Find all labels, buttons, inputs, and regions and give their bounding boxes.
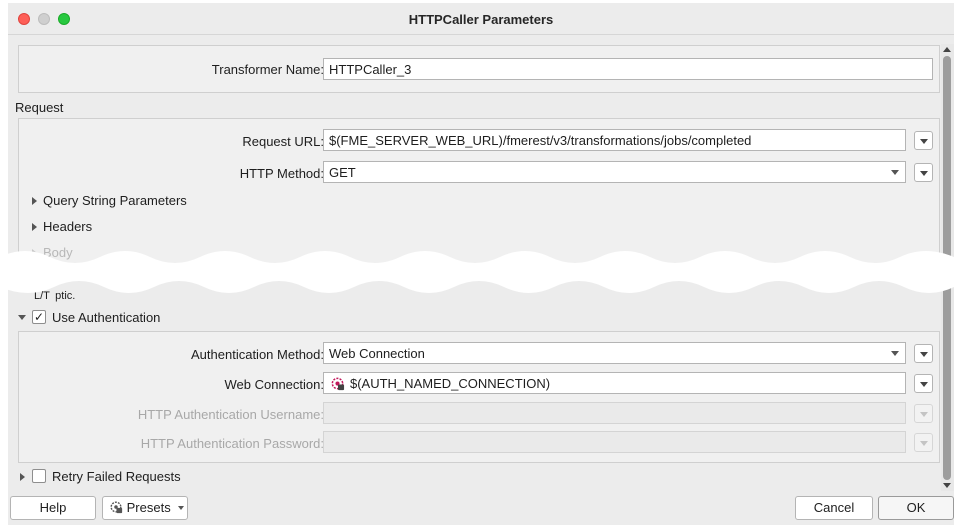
- authentication-method-menu-button[interactable]: [914, 344, 933, 363]
- expand-retry-icon[interactable]: [20, 473, 25, 481]
- help-button[interactable]: Help: [10, 496, 96, 520]
- chevron-down-icon: [891, 170, 899, 175]
- screenshot-cut-wave: [0, 251, 954, 293]
- presets-button[interactable]: Presets: [102, 496, 188, 520]
- headers-group[interactable]: Headers: [43, 219, 92, 234]
- use-authentication-checkbox[interactable]: ✓: [32, 310, 46, 324]
- http-method-menu-button[interactable]: [914, 163, 933, 182]
- chevron-down-icon: [178, 506, 185, 510]
- window-title: HTTPCaller Parameters: [408, 12, 554, 27]
- request-url-menu-button[interactable]: [914, 131, 933, 150]
- gear-icon: [331, 377, 345, 391]
- gear-icon: [110, 501, 123, 514]
- authentication-method-select[interactable]: Web Connection: [323, 342, 906, 364]
- http-method-value: GET: [329, 165, 356, 180]
- web-connection-label: Web Connection:: [224, 377, 325, 392]
- scroll-down-arrow-icon[interactable]: [943, 483, 951, 488]
- title-bar: HTTPCaller Parameters: [8, 3, 954, 35]
- query-string-parameters-group[interactable]: Query String Parameters: [43, 193, 187, 208]
- transformer-name-input[interactable]: HTTPCaller_3: [323, 58, 933, 80]
- use-authentication-label: Use Authentication: [52, 310, 161, 325]
- request-url-label: Request URL:: [242, 134, 324, 149]
- expand-headers-icon[interactable]: [32, 223, 37, 231]
- http-authentication-username-input: [323, 402, 906, 424]
- http-authentication-password-menu-button: [914, 433, 933, 452]
- cancel-button[interactable]: Cancel: [795, 496, 873, 520]
- web-connection-input[interactable]: $(AUTH_NAMED_CONNECTION): [323, 372, 906, 394]
- http-authentication-username-menu-button: [914, 404, 933, 423]
- retry-failed-requests-checkbox[interactable]: [32, 469, 46, 483]
- chevron-down-icon: [891, 351, 899, 356]
- retry-failed-requests-label: Retry Failed Requests: [52, 469, 181, 484]
- authentication-method-value: Web Connection: [329, 346, 425, 361]
- http-authentication-username-label: HTTP Authentication Username:: [137, 407, 324, 422]
- request-url-input[interactable]: $(FME_SERVER_WEB_URL)/fmerest/v3/transfo…: [323, 129, 906, 151]
- http-method-label: HTTP Method:: [239, 166, 324, 181]
- expand-query-icon[interactable]: [32, 197, 37, 205]
- request-section-label: Request: [15, 100, 64, 115]
- ok-button[interactable]: OK: [878, 496, 954, 520]
- transformer-name-panel: Transformer Name: HTTPCaller_3: [18, 45, 940, 93]
- authentication-panel: Authentication Method: Web Connection We…: [18, 331, 940, 463]
- transformer-name-label: Transformer Name:: [211, 62, 324, 77]
- scroll-up-arrow-icon[interactable]: [943, 47, 951, 52]
- presets-label: Presets: [126, 500, 171, 515]
- http-authentication-password-label: HTTP Authentication Password:: [140, 436, 324, 451]
- collapse-authentication-icon[interactable]: [18, 315, 26, 320]
- authentication-method-label: Authentication Method:: [191, 347, 324, 362]
- http-method-select[interactable]: GET: [323, 161, 906, 183]
- web-connection-value: $(AUTH_NAMED_CONNECTION): [350, 376, 551, 391]
- web-connection-menu-button[interactable]: [914, 374, 933, 393]
- http-authentication-password-input: [323, 431, 906, 453]
